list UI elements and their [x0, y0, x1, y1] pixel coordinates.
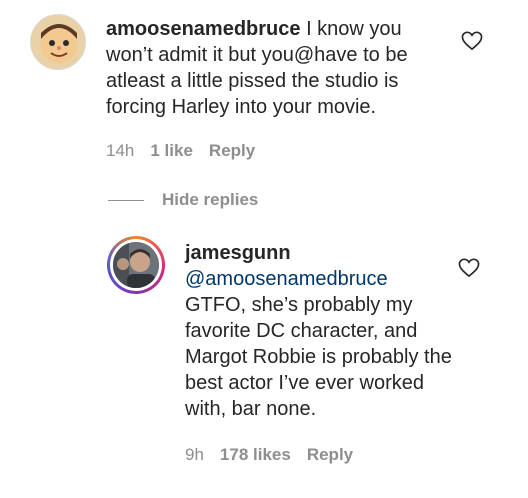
comment-text: jamesgunn @amoosenamedbruce GTFO, she’s … [185, 240, 455, 422]
comment-username[interactable]: jamesgunn [185, 240, 455, 266]
replies-divider [108, 199, 144, 201]
hide-replies-label[interactable]: Hide replies [162, 190, 258, 210]
heart-icon[interactable] [461, 31, 483, 51]
avatar-photo-icon [113, 242, 159, 288]
comment-text: amoosenamedbruce I know you won’t admit … [106, 16, 436, 120]
comment-time: 9h [185, 445, 204, 464]
comment-likes[interactable]: 1 like [150, 141, 193, 161]
comment-likes[interactable]: 178 likes [220, 445, 291, 465]
reply-button[interactable]: Reply [209, 141, 255, 161]
avatar-story-ring[interactable] [107, 236, 165, 294]
avatar-photo [113, 242, 159, 288]
comment-body: GTFO, she’s probably my favorite DC char… [185, 294, 452, 420]
hide-replies-toggle[interactable]: Hide replies [108, 190, 258, 210]
comment-meta: 9h 178 likes Reply [185, 445, 353, 465]
comment-time: 14h [106, 141, 135, 160]
comment-meta: 14h 1 like Reply [106, 141, 255, 161]
mention-link[interactable]: @amoosenamedbruce [185, 266, 455, 292]
reply-button[interactable]: Reply [307, 445, 353, 465]
avatar[interactable] [30, 14, 86, 70]
avatar [110, 239, 162, 291]
heart-icon[interactable] [458, 258, 480, 278]
avatar-cartoon-icon [31, 15, 85, 69]
comment-username[interactable]: amoosenamedbruce [106, 18, 301, 40]
